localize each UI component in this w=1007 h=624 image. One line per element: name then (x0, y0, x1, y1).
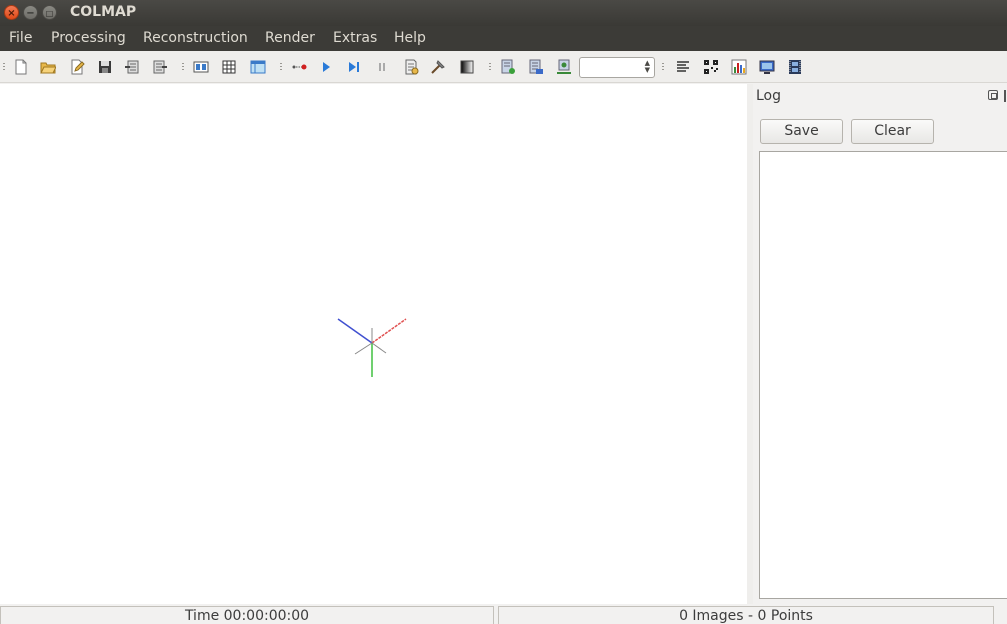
dock-float-icon[interactable] (988, 90, 998, 100)
bundle-adjustment-icon[interactable] (430, 59, 446, 75)
window-close-button[interactable]: × (4, 5, 19, 20)
window-title: COLMAP (70, 4, 137, 20)
match-matrix-icon[interactable] (703, 59, 719, 75)
step-reconstruction-icon[interactable] (346, 59, 362, 75)
axis-neg-x-line (354, 342, 373, 355)
axis-neg-z-line (371, 342, 387, 354)
log-title: Log (756, 88, 782, 104)
axis-z-line (337, 318, 373, 344)
film-icon[interactable] (787, 59, 803, 75)
new-project-icon[interactable] (13, 59, 29, 75)
import-model-icon[interactable] (124, 59, 140, 75)
menu-processing[interactable]: Processing (51, 30, 126, 46)
render-options-icon[interactable] (459, 59, 475, 75)
status-bar: Time 00:00:00:00 0 Images - 0 Points (0, 604, 1007, 624)
pause-reconstruction-icon[interactable] (374, 59, 390, 75)
log-dock: Log Save Clear (753, 84, 1007, 604)
log-save-button[interactable]: Save (760, 119, 843, 144)
save-project-icon[interactable] (97, 59, 113, 75)
coordinate-axes (337, 318, 407, 377)
menu-bar: File Processing Reconstruction Render Ex… (0, 26, 1007, 51)
menu-file[interactable]: File (9, 30, 32, 46)
statistics-icon[interactable] (731, 59, 747, 75)
menu-reconstruction[interactable]: Reconstruction (143, 30, 248, 46)
title-bar: × − □ COLMAP (0, 0, 1007, 26)
toolbar (0, 51, 1007, 83)
log-clear-button[interactable]: Clear (851, 119, 934, 144)
menu-extras[interactable]: Extras (333, 30, 377, 46)
toolbar-grip[interactable] (662, 63, 664, 72)
toolbar-grip[interactable] (3, 63, 5, 72)
axis-x-line (371, 318, 407, 344)
status-counts: 0 Images - 0 Points (498, 606, 994, 624)
window-minimize-button[interactable]: − (23, 5, 38, 20)
menu-render[interactable]: Render (265, 30, 315, 46)
grab-image-icon[interactable] (556, 59, 572, 75)
feature-extraction-icon[interactable] (193, 59, 209, 75)
reconstruction-options-icon[interactable] (403, 59, 419, 75)
menu-help[interactable]: Help (394, 30, 426, 46)
log-icon[interactable] (675, 59, 691, 75)
dense-reconstruction-icon[interactable] (500, 59, 516, 75)
dock-close-icon[interactable] (1004, 90, 1006, 102)
toolbar-grip[interactable] (489, 63, 491, 72)
zoom-select[interactable]: ▲ ▼ (579, 57, 655, 78)
reset-view-icon[interactable] (528, 59, 544, 75)
automatic-reconstruction-icon[interactable] (291, 59, 307, 75)
status-time: Time 00:00:00:00 (0, 606, 494, 624)
start-reconstruction-icon[interactable] (318, 59, 334, 75)
log-text-area[interactable] (759, 151, 1007, 599)
feature-matching-icon[interactable] (221, 59, 237, 75)
open-project-icon[interactable] (40, 59, 56, 75)
toolbar-grip[interactable] (182, 63, 184, 72)
database-management-icon[interactable] (250, 59, 266, 75)
spin-arrows-icon: ▲ ▼ (644, 59, 650, 74)
window-maximize-button[interactable]: □ (42, 5, 57, 20)
export-model-icon[interactable] (152, 59, 168, 75)
toolbar-grip[interactable] (280, 63, 282, 72)
edit-project-icon[interactable] (69, 59, 85, 75)
model-viewer-canvas[interactable] (0, 84, 747, 604)
grab-movie-icon[interactable] (759, 59, 775, 75)
